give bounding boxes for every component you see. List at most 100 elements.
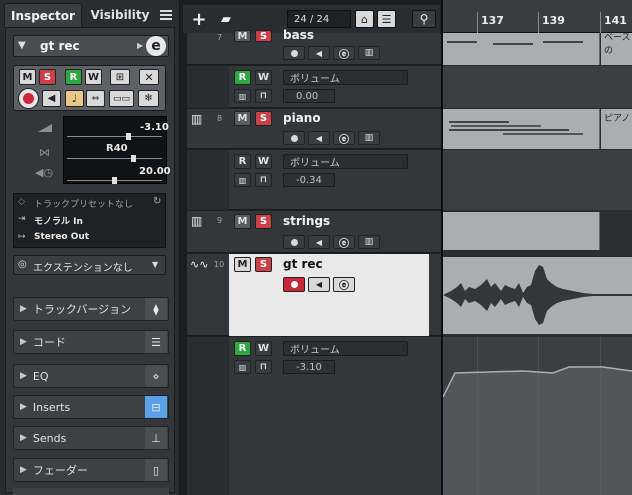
section-chord[interactable]: ▶ コード ☰ [13, 330, 169, 354]
extension-dropdown[interactable]: ◎ エクステンションなし ▼ [13, 255, 166, 275]
expand-arrow-icon[interactable]: ▶ [137, 41, 143, 50]
automation-value[interactable]: -0.34 [283, 173, 335, 187]
output-routing[interactable]: Stereo Out [34, 232, 89, 242]
section-track-versions[interactable]: ▶ トラックバージョン ⧫ [13, 297, 169, 321]
lanes-button[interactable]: ▥ [234, 89, 251, 103]
write-button[interactable]: W [255, 154, 272, 169]
sends-icon[interactable]: ⊥ [145, 427, 167, 449]
track-row[interactable]: ▥ 8 M S piano ◀ ⓔ ▥ [187, 109, 441, 149]
instrument-button[interactable]: ▥ [358, 131, 380, 145]
audio-event[interactable] [443, 257, 632, 334]
record-enable-button[interactable] [283, 46, 305, 60]
instrument-button[interactable]: ▥ [358, 235, 380, 249]
write-button[interactable]: W [85, 69, 102, 85]
solo-button[interactable]: S [255, 214, 272, 229]
mute-button[interactable]: M [234, 30, 251, 42]
track-row[interactable]: 7 M S bass ◀ ⓔ ▥ [187, 28, 441, 65]
refresh-icon[interactable]: ↻ [153, 196, 161, 207]
delay-slider-handle[interactable] [112, 177, 117, 184]
automation-parameter[interactable]: ボリューム [283, 70, 408, 85]
edit-button[interactable]: ⓔ [333, 131, 355, 146]
solo-button[interactable]: S [255, 111, 272, 126]
search-button[interactable]: ⚲ [412, 10, 436, 28]
eq-icon[interactable]: ⋄ [145, 365, 167, 387]
solo-button[interactable]: S [255, 257, 272, 272]
read-button[interactable]: R [234, 341, 251, 356]
lock-button[interactable]: ⊓ [255, 360, 272, 374]
track-name[interactable]: piano [283, 111, 321, 125]
write-button[interactable]: W [255, 341, 272, 356]
home-button[interactable]: ⌂ [355, 10, 374, 28]
add-folder-button[interactable]: ▰ [214, 10, 238, 28]
lanes-button[interactable]: ▥ [234, 173, 251, 187]
lane-icon[interactable]: ⊞ [110, 69, 130, 85]
solo-button[interactable]: S [255, 30, 272, 42]
read-button[interactable]: R [234, 154, 251, 169]
mute-button[interactable]: M [234, 111, 251, 126]
monitor-button[interactable]: ◀ [308, 131, 330, 145]
automation-parameter[interactable]: ボリューム [283, 154, 408, 169]
read-button[interactable]: R [234, 70, 251, 85]
fader-icon[interactable]: ▯ [145, 459, 167, 481]
mute-button[interactable]: M [19, 69, 36, 85]
automation-value[interactable]: 0.00 [283, 89, 335, 103]
lock-button[interactable]: ⊓ [255, 89, 272, 103]
midi-part[interactable]: ピアノ [601, 109, 632, 149]
chord-icon[interactable]: ☰ [145, 331, 167, 353]
track-name[interactable]: bass [283, 28, 314, 42]
section-inserts[interactable]: ▶ Inserts ⊟ [13, 395, 169, 419]
list-button[interactable]: ☰ [377, 10, 396, 28]
bypass-icon[interactable]: ✕ [139, 69, 159, 85]
read-button[interactable]: R [65, 69, 82, 85]
record-enable-button[interactable] [283, 131, 305, 145]
section-fader[interactable]: ▶ フェーダー ▯ [13, 458, 169, 482]
midi-part[interactable] [443, 33, 600, 65]
record-enable-button[interactable] [18, 88, 39, 109]
ruler[interactable]: 137 139 141 [443, 0, 632, 33]
edit-button[interactable]: ⓔ [333, 235, 355, 250]
collapse-arrow-icon[interactable]: ▼ [18, 40, 26, 51]
lanes-button[interactable]: ▥ [234, 360, 251, 374]
timebase-button[interactable]: ♩ [65, 90, 84, 107]
warp-button[interactable]: ⇔ [86, 90, 105, 107]
write-button[interactable]: W [255, 70, 272, 85]
automation-parameter[interactable]: ボリューム [283, 341, 408, 356]
monitor-button[interactable]: ◀ [308, 46, 330, 60]
lock-button[interactable]: ⊓ [255, 173, 272, 187]
hamburger-icon[interactable] [160, 10, 172, 20]
pan-slider-track[interactable] [67, 158, 162, 159]
section-sends[interactable]: ▶ Sends ⊥ [13, 426, 169, 450]
section-eq[interactable]: ▶ EQ ⋄ [13, 364, 169, 388]
lanes-button[interactable]: ▭▭ [109, 90, 134, 107]
versions-icon[interactable]: ⧫ [145, 298, 167, 320]
input-routing[interactable]: モノラル In [34, 214, 83, 227]
inserts-icon[interactable]: ⊟ [145, 396, 167, 418]
edit-button[interactable]: e [146, 36, 166, 56]
midi-part[interactable] [443, 212, 600, 250]
record-enable-button[interactable] [283, 235, 305, 249]
volume-slider-handle[interactable] [126, 133, 131, 140]
automation-value[interactable]: -3.10 [283, 360, 335, 374]
pan-slider-handle[interactable] [131, 155, 136, 162]
instrument-button[interactable]: ▥ [358, 46, 380, 60]
track-name[interactable]: gt rec [283, 257, 323, 271]
midi-part[interactable] [443, 109, 600, 149]
tab-inspector[interactable]: Inspector [4, 3, 82, 27]
record-enable-button[interactable] [283, 277, 305, 292]
monitor-button[interactable]: ◀ [308, 235, 330, 249]
solo-button[interactable]: S [39, 69, 56, 85]
monitor-button[interactable]: ◀ [308, 277, 330, 292]
add-track-button[interactable]: + [189, 9, 209, 30]
edit-button[interactable]: ⓔ [333, 46, 355, 61]
track-row-selected[interactable]: ∿∿ 10 M S gt rec ◀ ⓔ [187, 254, 441, 336]
tab-visibility[interactable]: Visibility [86, 3, 154, 27]
mute-button[interactable]: M [234, 257, 251, 272]
midi-part[interactable]: ベースの [601, 33, 632, 65]
mute-button[interactable]: M [234, 214, 251, 229]
track-preset[interactable]: トラックプリセットなし [34, 197, 133, 210]
edit-button[interactable]: ⓔ [333, 277, 355, 292]
volume-slider-track[interactable] [67, 136, 162, 137]
track-row[interactable]: ▥ 9 M S strings ◀ ⓔ ▥ [187, 211, 441, 253]
freeze-button[interactable]: ❄ [138, 90, 159, 107]
monitor-button[interactable]: ◀ [42, 90, 61, 107]
